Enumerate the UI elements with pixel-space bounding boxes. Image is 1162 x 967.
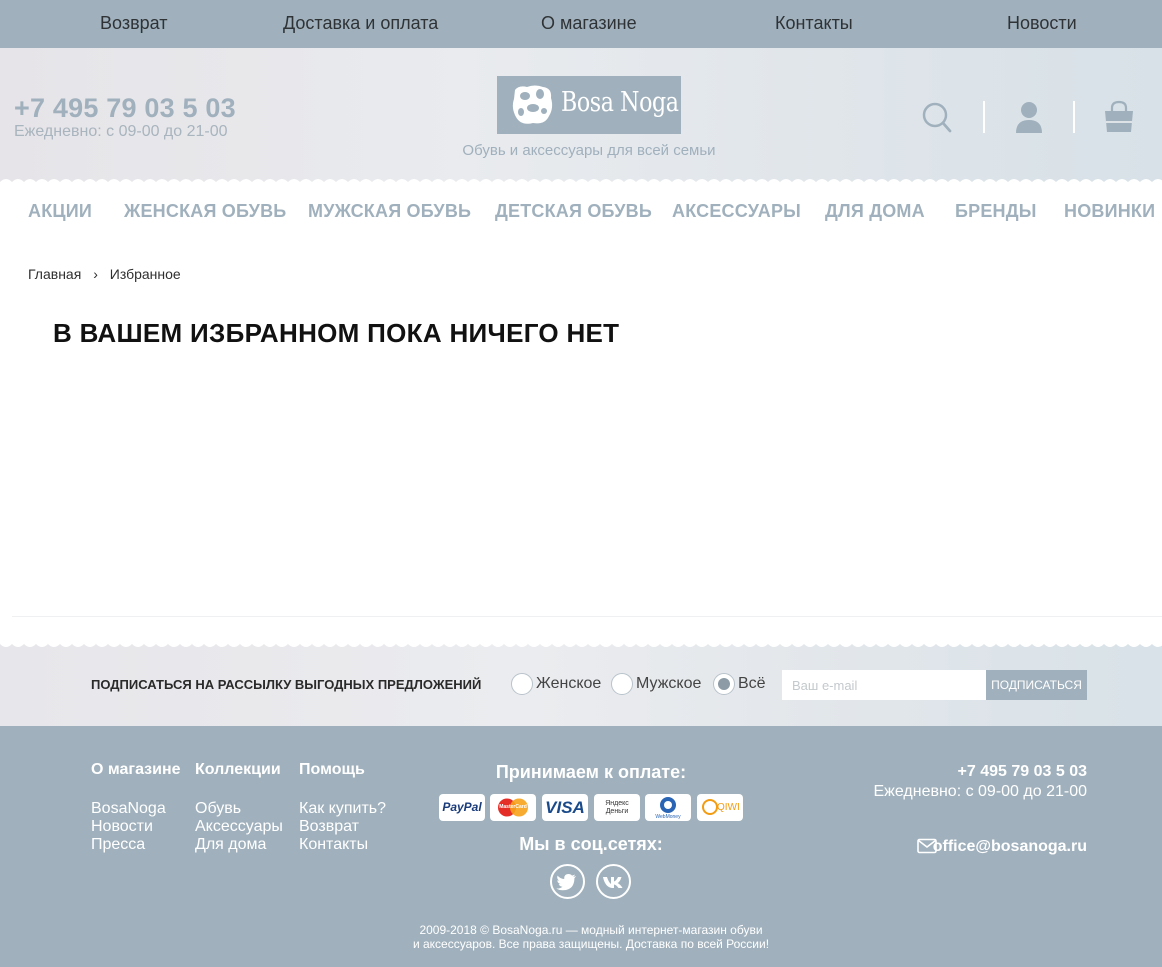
qiwi-logo: QIWI — [697, 794, 743, 821]
header-separator — [983, 101, 985, 133]
footer-column-help: Помощь Как купить? Возврат Контакты — [299, 761, 386, 854]
category-new[interactable]: НОВИНКИ — [1064, 201, 1155, 222]
footer-column-title: Коллекции — [195, 761, 281, 778]
copyright: 2009-2018 © BosaNoga.ru — модный интерне… — [380, 923, 802, 951]
radio-male-circle[interactable] — [611, 673, 633, 695]
footer-link[interactable]: Аксессуары — [195, 818, 283, 836]
subscribe-section: ПОДПИСАТЬСЯ НА РАССЫЛКУ ВЫГОДНЫХ ПРЕДЛОЖ… — [0, 638, 1162, 726]
user-icon[interactable] — [1014, 100, 1044, 139]
category-home[interactable]: ДЛЯ ДОМА — [825, 201, 925, 222]
top-nav-link-about[interactable]: О магазине — [541, 13, 637, 34]
category-kids-shoes[interactable]: ДЕТСКАЯ ОБУВЬ — [495, 201, 652, 222]
footer-link[interactable]: Как купить? — [299, 800, 386, 818]
top-nav: Возврат Доставка и оплата О магазине Кон… — [0, 0, 1162, 48]
radio-all-circle[interactable] — [713, 673, 735, 695]
footer-link[interactable]: Возврат — [299, 818, 386, 836]
logo-text: Bosa Noga — [561, 87, 679, 118]
footer-phone[interactable]: +7 495 79 03 5 03 — [958, 763, 1087, 781]
paypal-logo: PayPal — [439, 794, 485, 821]
top-nav-link-return[interactable]: Возврат — [100, 13, 168, 34]
footer-link[interactable]: Для дома — [195, 836, 283, 854]
subscribe-label: ПОДПИСАТЬСЯ НА РАССЫЛКУ ВЫГОДНЫХ ПРЕДЛОЖ… — [91, 677, 482, 692]
category-accessories[interactable]: АКСЕССУАРЫ — [672, 201, 801, 222]
content-divider — [12, 616, 1162, 617]
site-footer: О магазине BosaNoga Новости Пресса Колле… — [0, 726, 1162, 967]
radio-all-label: Всё — [738, 675, 766, 692]
copyright-line: и аксессуаров. Все права защищены. Доста… — [412, 937, 770, 951]
header-hours: Ежедневно: с 09-00 до 21-00 — [14, 123, 228, 140]
category-brands[interactable]: БРЕНДЫ — [955, 201, 1037, 222]
footer-column-title: Помощь — [299, 761, 365, 778]
footer-column-title: О магазине — [91, 761, 181, 778]
category-sale[interactable]: АКЦИИ — [28, 201, 92, 222]
header-separator — [1073, 101, 1075, 133]
social-title: Мы в соц.сетях: — [519, 834, 663, 854]
breadcrumb: Главная › Избранное — [28, 266, 181, 282]
search-icon[interactable] — [922, 100, 952, 139]
subscribe-button[interactable]: ПОДПИСАТЬСЯ — [986, 670, 1087, 700]
breadcrumb-home[interactable]: Главная — [28, 266, 81, 282]
top-nav-link-news[interactable]: Новости — [1007, 13, 1077, 34]
footer-link[interactable]: Новости — [91, 818, 181, 836]
site-logo[interactable]: Bosa Noga — [497, 76, 681, 134]
top-nav-link-contacts[interactable]: Контакты — [775, 13, 853, 34]
logo-mark-icon — [512, 85, 553, 124]
radio-female-label: Женское — [536, 675, 602, 692]
yandex-money-logo: Яндекс Деньги — [594, 794, 640, 821]
footer-column-collections: Коллекции Обувь Аксессуары Для дома — [195, 761, 283, 854]
footer-link[interactable]: Пресса — [91, 836, 181, 854]
footer-link[interactable]: Контакты — [299, 836, 386, 854]
header-tagline: Обувь и аксессуары для всей семьи — [462, 142, 716, 159]
visa-logo: VISA — [542, 794, 588, 821]
payment-title: Принимаем к оплате: — [495, 762, 687, 782]
webmoney-logo: WebMoney — [645, 794, 691, 821]
radio-male-label: Мужское — [636, 675, 702, 692]
copyright-line: 2009-2018 © BosaNoga.ru — модный интерне… — [419, 923, 763, 937]
radio-female-circle[interactable] — [511, 673, 533, 695]
breadcrumb-separator: › — [93, 266, 98, 282]
footer-column-about: О магазине BosaNoga Новости Пресса — [91, 761, 181, 854]
vk-icon[interactable] — [596, 864, 631, 899]
footer-link[interactable]: Обувь — [195, 800, 283, 818]
cart-icon[interactable] — [1103, 100, 1135, 139]
subscribe-wave-border — [0, 638, 1162, 647]
site-header: +7 495 79 03 5 03 Ежедневно: с 09-00 до … — [0, 48, 1162, 188]
mastercard-logo: MasterCard — [490, 794, 536, 821]
footer-email[interactable]: office@bosanoga.ru — [933, 838, 1087, 856]
email-input[interactable] — [782, 670, 986, 700]
category-women-shoes[interactable]: ЖЕНСКАЯ ОБУВЬ — [124, 201, 286, 222]
twitter-icon[interactable] — [550, 864, 585, 899]
header-wave-border — [0, 179, 1162, 188]
top-nav-link-delivery[interactable]: Доставка и оплата — [283, 13, 438, 34]
header-phone[interactable]: +7 495 79 03 5 03 — [14, 93, 236, 124]
footer-hours: Ежедневно: с 09-00 до 21-00 — [873, 783, 1087, 800]
page-title: В ВАШЕМ ИЗБРАННОМ ПОКА НИЧЕГО НЕТ — [53, 318, 620, 348]
category-men-shoes[interactable]: МУЖСКАЯ ОБУВЬ — [308, 201, 471, 222]
breadcrumb-current: Избранное — [109, 266, 181, 282]
footer-link[interactable]: BosaNoga — [91, 800, 181, 818]
